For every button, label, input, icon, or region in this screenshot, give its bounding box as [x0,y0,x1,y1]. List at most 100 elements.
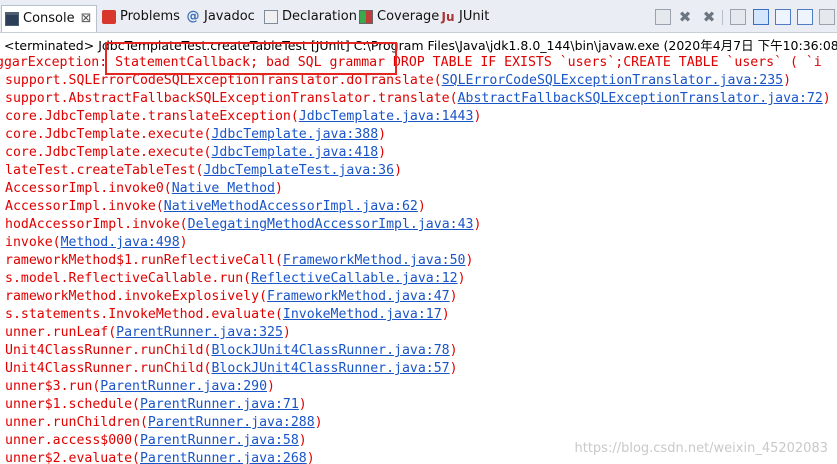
stack-trace-line: invoke(Method.java:498) [5,234,188,252]
source-link[interactable]: DelegatingMethodAccessorImpl.java:43 [188,217,474,232]
line-text-tail: ) [378,145,387,160]
declaration-icon [264,10,278,24]
watermark: https://blog.csdn.net/weixin_45202083 [574,441,828,456]
source-link[interactable]: ParentRunner.java:290 [100,379,267,394]
line-text-tail: ) [473,217,482,232]
tab-junit[interactable]: Ju JUnit [441,5,489,29]
line-text: lateTest.createTableTest( [5,163,204,178]
line-text-tail: ) [417,199,426,214]
line-text-tail: ) [282,325,291,340]
line-text: unner.runLeaf( [5,325,117,340]
line-text-tail: ) [783,73,792,88]
line-text: unner.runChildren( [5,415,148,430]
line-text: unner.access$000( [5,433,140,448]
line-text: core.JdbcTemplate.translateException( [5,109,299,124]
tab-declaration-label: Declaration [282,9,357,24]
line-text-tail: ) [306,451,315,464]
source-link[interactable]: Native Method [172,181,275,196]
terminate-icon[interactable] [655,9,671,25]
stack-trace-line: unner.runLeaf(ParentRunner.java:325) [5,324,291,342]
source-link[interactable]: ReflectiveCallable.java:12 [251,271,457,286]
line-text-tail: ) [457,271,466,286]
scroll-lock-icon[interactable] [753,9,769,25]
source-link[interactable]: ParentRunner.java:288 [148,415,315,430]
console-icon [5,12,19,26]
line-text: Unit4ClassRunner.runChild( [5,343,212,358]
line-text: unner$3.run( [5,379,101,394]
source-link[interactable]: ParentRunner.java:325 [116,325,283,340]
tab-javadoc-label: Javadoc [204,9,255,24]
tab-declaration[interactable]: Declaration [264,5,357,29]
line-text: support.AbstractFallbackSQLExceptionTran… [5,91,458,106]
source-link[interactable]: JdbcTemplate.java:418 [211,145,378,160]
source-link[interactable]: NativeMethodAccessorImpl.java:62 [164,199,418,214]
stack-trace-line: core.JdbcTemplate.translateException(Jdb… [5,108,481,126]
source-link[interactable]: ParentRunner.java:71 [140,397,299,412]
line-text-tail: ) [267,379,275,394]
line-text: AccessorImpl.invoke0( [5,181,172,196]
source-link[interactable]: JdbcTemplate.java:1443 [299,109,474,124]
source-link[interactable]: ParentRunner.java:268 [140,451,307,464]
source-link[interactable]: JdbcTemplateTest.java:36 [204,163,395,178]
stack-trace-line: unner.runChildren(ParentRunner.java:288) [5,414,323,432]
line-text-tail: ) [449,343,458,358]
word-wrap-icon[interactable] [775,9,791,25]
tab-console-label: Console [23,11,75,26]
stack-trace-line: rameworkMethod$1.runReflectiveCall(Frame… [5,252,473,270]
line-text: core.JdbcTemplate.execute( [5,127,212,142]
source-link[interactable]: BlockJUnit4ClassRunner.java:57 [211,361,449,376]
line-text: Unit4ClassRunner.runChild( [5,361,212,376]
display-selected-console-icon[interactable] [819,9,835,25]
tab-coverage[interactable]: Coverage [359,5,439,29]
stack-trace-line: core.JdbcTemplate.execute(JdbcTemplate.j… [5,126,386,144]
tab-problems[interactable]: Problems [102,5,180,29]
line-text: invoke( [5,235,61,250]
line-text-tail: ) [449,361,458,376]
tab-coverage-label: Coverage [377,9,440,24]
console-output[interactable]: ggarException: StatementCallback; bad SQ… [0,54,837,464]
line-text: unner$2.evaluate( [5,451,140,464]
source-link[interactable]: ParentRunner.java:58 [140,433,299,448]
source-link[interactable]: InvokeMethod.java:17 [283,307,442,322]
line-text: support.SQLErrorCodeSQLExceptionTranslat… [5,73,442,88]
tab-junit-label: JUnit [459,9,490,24]
stack-trace-line: AccessorImpl.invoke(NativeMethodAccessor… [5,198,426,216]
source-link[interactable]: Method.java:498 [61,235,180,250]
annotation-highlight-box [105,42,397,75]
stack-trace-line: unner.access$000(ParentRunner.java:58) [5,432,307,450]
line-text: s.statements.InvokeMethod.evaluate( [5,307,283,322]
source-link[interactable]: BlockJUnit4ClassRunner.java:78 [211,343,449,358]
stack-trace-line: s.model.ReflectiveCallable.run(Reflectiv… [5,270,466,288]
stack-trace-line: core.JdbcTemplate.execute(JdbcTemplate.j… [5,144,386,162]
stack-trace-line: Unit4ClassRunner.runChild(BlockJUnit4Cla… [5,360,458,378]
tab-javadoc[interactable]: @ Javadoc [186,5,255,29]
stack-trace-line: unner$1.schedule(ParentRunner.java:71) [5,396,307,414]
remove-launch-icon[interactable]: ✖ [677,9,693,25]
source-link[interactable]: JdbcTemplate.java:388 [211,127,378,142]
source-link[interactable]: SQLErrorCodeSQLExceptionTranslator.java:… [442,73,783,88]
line-text: core.JdbcTemplate.execute( [5,145,212,160]
line-text: unner$1.schedule( [5,397,140,412]
source-link[interactable]: AbstractFallbackSQLExceptionTranslator.j… [458,91,823,106]
source-link[interactable]: FrameworkMethod.java:47 [267,289,450,304]
line-text-tail: ) [465,253,474,268]
toolbar-separator [722,10,723,25]
stack-trace-line: support.AbstractFallbackSQLExceptionTran… [5,90,831,108]
line-text-tail: ) [298,433,307,448]
line-text-tail: ) [441,307,450,322]
junit-icon: Ju [441,10,455,24]
clear-console-icon[interactable] [730,9,746,25]
tab-console[interactable]: Console ⊠ [1,5,97,32]
line-text-tail: ) [473,109,482,124]
remove-all-terminated-icon[interactable]: ✖ [701,9,717,25]
line-text: ggarException: [0,55,116,70]
line-text: rameworkMethod$1.runReflectiveCall( [5,253,283,268]
line-text-tail: ) [298,397,307,412]
stack-trace-line: unner$3.run(ParentRunner.java:290) [5,378,275,396]
source-link[interactable]: FrameworkMethod.java:50 [283,253,466,268]
view-tab-bar: Console ⊠ Problems @ Javadoc Declaration… [0,0,837,33]
close-icon[interactable]: ⊠ [81,12,92,26]
line-text-tail: ) [822,91,831,106]
pin-console-icon[interactable] [797,9,813,25]
line-text-tail: DROP TABLE IF EXISTS `users`;CREATE TABL… [385,55,822,70]
